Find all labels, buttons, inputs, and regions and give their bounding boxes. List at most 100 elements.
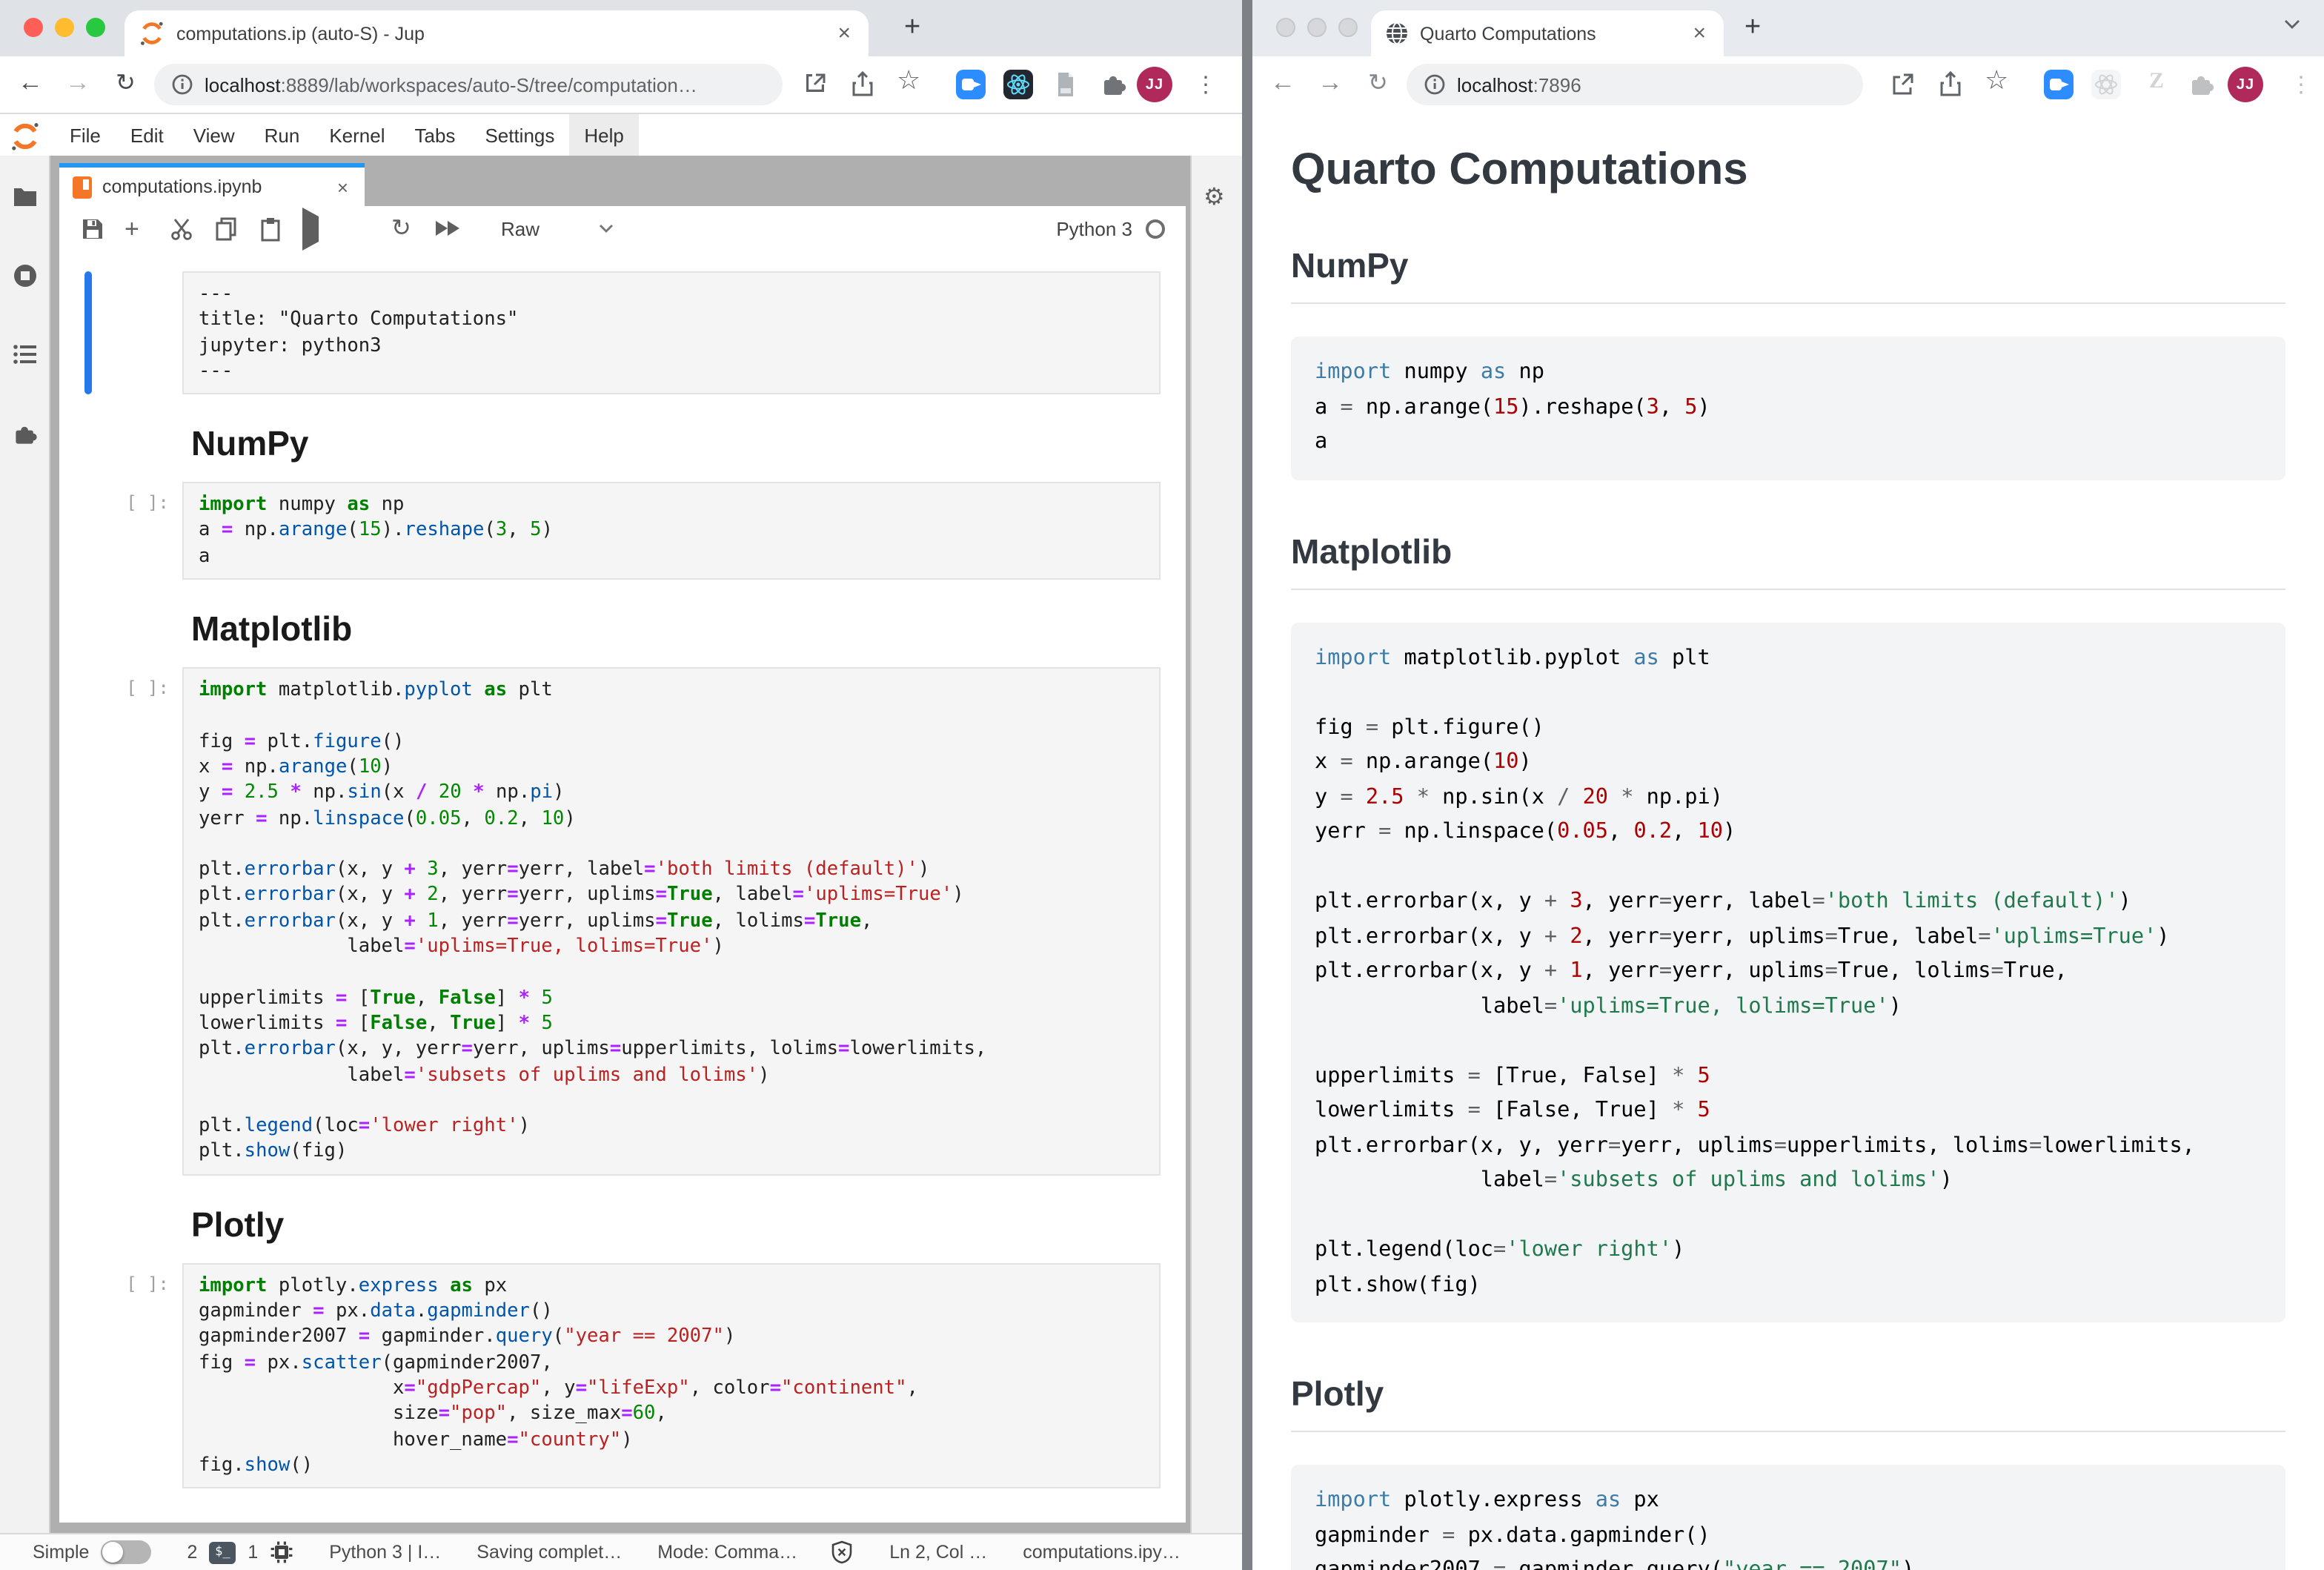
code-line: plt.show(fig) xyxy=(199,1139,1144,1165)
terminal-icon: $_ xyxy=(209,1541,236,1563)
cell-type-select[interactable]: Raw xyxy=(501,217,540,239)
z-extension-icon[interactable]: Z xyxy=(2142,70,2171,99)
new-tab-button[interactable]: + xyxy=(904,12,920,44)
browser-menu-icon[interactable]: ⋮ xyxy=(2290,71,2312,98)
minimize-window-button[interactable] xyxy=(55,18,74,37)
forward-icon[interactable]: → xyxy=(1318,68,1343,98)
interrupt-kernel-icon[interactable] xyxy=(347,216,372,241)
address-bar[interactable]: localhost:8889/lab/workspaces/auto-S/tre… xyxy=(154,64,783,105)
restart-run-all-icon[interactable] xyxy=(436,216,461,241)
active-cell-indicator[interactable] xyxy=(84,271,92,394)
terminals-count[interactable]: 2 xyxy=(187,1542,197,1563)
extensions-puzzle-icon[interactable] xyxy=(2186,70,2216,99)
quarto-browser-window: Quarto Computations × + ← → ↻ localhost:… xyxy=(1252,0,2324,1570)
cell-editor[interactable]: ---title: "Quarto Computations"jupyter: … xyxy=(182,271,1161,394)
code-cell[interactable]: [ ]:import matplotlib.pyplot as plt fig … xyxy=(59,667,1186,1175)
menu-item-help[interactable]: Help xyxy=(569,114,639,157)
code-line: fig = px.scatter(gapminder2007, xyxy=(199,1350,1144,1376)
add-cell-icon[interactable]: + xyxy=(124,216,150,241)
saving-status: Saving complet… xyxy=(477,1542,622,1563)
menu-item-view[interactable]: View xyxy=(179,114,250,157)
profile-avatar[interactable]: JJ xyxy=(1137,67,1172,102)
trust-shield-icon xyxy=(830,1540,854,1564)
zoom-extension-icon[interactable] xyxy=(2044,70,2074,99)
menu-item-file[interactable]: File xyxy=(55,114,116,157)
right-tab-strip: Quarto Computations × + xyxy=(1252,0,2324,56)
notebook-file-icon xyxy=(73,176,92,198)
simple-mode-toggle[interactable] xyxy=(101,1540,151,1564)
command-mode-indicator[interactable]: Mode: Comma… xyxy=(657,1542,797,1563)
run-cell-icon[interactable] xyxy=(302,216,328,241)
back-icon[interactable]: ← xyxy=(18,68,43,98)
reload-icon[interactable]: ↻ xyxy=(1368,68,1388,98)
site-info-icon[interactable] xyxy=(1424,74,1445,95)
file-browser-icon[interactable] xyxy=(12,184,39,211)
react-devtools-extension-icon[interactable] xyxy=(1003,70,1033,99)
back-icon[interactable]: ← xyxy=(1270,68,1295,98)
markdown-heading[interactable]: Plotly xyxy=(191,1205,1186,1245)
kernel-status-text[interactable]: Python 3 | I… xyxy=(329,1542,441,1563)
extension-manager-icon[interactable] xyxy=(12,421,39,448)
new-tab-button[interactable]: + xyxy=(1744,12,1761,44)
save-icon[interactable] xyxy=(80,216,105,241)
zoom-window-button[interactable] xyxy=(1338,18,1358,37)
reload-icon[interactable]: ↻ xyxy=(116,68,136,98)
site-info-icon[interactable] xyxy=(172,74,193,95)
tab-search-chevron-icon[interactable] xyxy=(2284,19,2300,30)
minimize-window-button[interactable] xyxy=(1307,18,1327,37)
bookmark-star-icon[interactable]: ☆ xyxy=(1985,65,2011,92)
react-devtools-extension-icon[interactable] xyxy=(2091,70,2121,99)
code-line: fig = plt.figure() xyxy=(199,729,1144,755)
bookmark-star-icon[interactable]: ☆ xyxy=(897,65,923,92)
code-cell[interactable]: [ ]:import numpy as npa = np.arange(15).… xyxy=(59,482,1186,580)
code-line: upperlimits = [True, False] * 5 xyxy=(1315,1059,2262,1094)
code-cell[interactable]: [ ]:import plotly.express as pxgapminder… xyxy=(59,1262,1186,1488)
code-line: a = np.arange(15).reshape(3, 5) xyxy=(1315,391,2262,425)
close-window-button[interactable] xyxy=(24,18,43,37)
running-sessions-icon[interactable] xyxy=(12,262,39,289)
profile-avatar[interactable]: JJ xyxy=(2228,67,2263,102)
document-extension-icon[interactable] xyxy=(1051,70,1080,99)
notebook-tab[interactable]: computations.ipynb × xyxy=(59,163,365,206)
tab-title: computations.ip (auto-S) - Jup xyxy=(176,23,823,44)
menu-item-run[interactable]: Run xyxy=(250,114,315,157)
extensions-puzzle-icon[interactable] xyxy=(1098,70,1128,99)
forward-icon[interactable]: → xyxy=(65,68,90,98)
code-line: a xyxy=(199,544,1144,570)
cell-type-chevron-down-icon[interactable] xyxy=(599,224,614,233)
kernel-name[interactable]: Python 3 xyxy=(1056,217,1132,239)
markdown-heading[interactable]: Matplotlib xyxy=(191,609,1186,649)
cell-editor[interactable]: import matplotlib.pyplot as plt fig = pl… xyxy=(182,667,1161,1175)
menu-item-kernel[interactable]: Kernel xyxy=(314,114,399,157)
cursor-position[interactable]: Ln 2, Col … xyxy=(889,1542,987,1563)
menu-item-tabs[interactable]: Tabs xyxy=(400,114,471,157)
menu-item-edit[interactable]: Edit xyxy=(116,114,179,157)
restart-kernel-icon[interactable]: ↻ xyxy=(391,216,416,241)
cell-editor[interactable]: import numpy as npa = np.arange(15).resh… xyxy=(182,482,1161,580)
close-tab-icon[interactable]: × xyxy=(834,22,854,44)
zoom-window-button[interactable] xyxy=(86,18,105,37)
share-icon[interactable] xyxy=(1937,71,1964,98)
open-in-new-icon[interactable] xyxy=(802,71,829,98)
zoom-extension-icon[interactable] xyxy=(956,70,986,99)
browser-menu-icon[interactable]: ⋮ xyxy=(1195,71,1217,98)
raw-cell[interactable]: ---title: "Quarto Computations"jupyter: … xyxy=(59,271,1186,394)
kernel-status-icon[interactable] xyxy=(1146,219,1165,238)
cut-cells-icon[interactable] xyxy=(169,216,194,241)
share-icon[interactable] xyxy=(849,71,876,98)
close-tab-icon[interactable]: × xyxy=(1690,22,1709,44)
close-window-button[interactable] xyxy=(1276,18,1295,37)
markdown-heading[interactable]: NumPy xyxy=(191,424,1186,464)
kernels-count[interactable]: 1 xyxy=(248,1542,258,1563)
close-notebook-icon[interactable]: × xyxy=(334,177,351,196)
paste-cells-icon[interactable] xyxy=(258,216,283,241)
copy-cells-icon[interactable] xyxy=(213,216,239,241)
browser-tab-quarto[interactable]: Quarto Computations × xyxy=(1371,10,1724,56)
table-of-contents-icon[interactable] xyxy=(12,341,39,368)
menu-item-settings[interactable]: Settings xyxy=(470,114,569,157)
browser-tab-jupyter[interactable]: computations.ip (auto-S) - Jup × xyxy=(124,10,869,56)
open-in-new-icon[interactable] xyxy=(1890,71,1916,98)
property-inspector-gear-icon[interactable]: ⚙ xyxy=(1204,182,1225,212)
address-bar[interactable]: localhost:7896 xyxy=(1407,64,1863,105)
cell-editor[interactable]: import plotly.express as pxgapminder = p… xyxy=(182,1262,1161,1488)
